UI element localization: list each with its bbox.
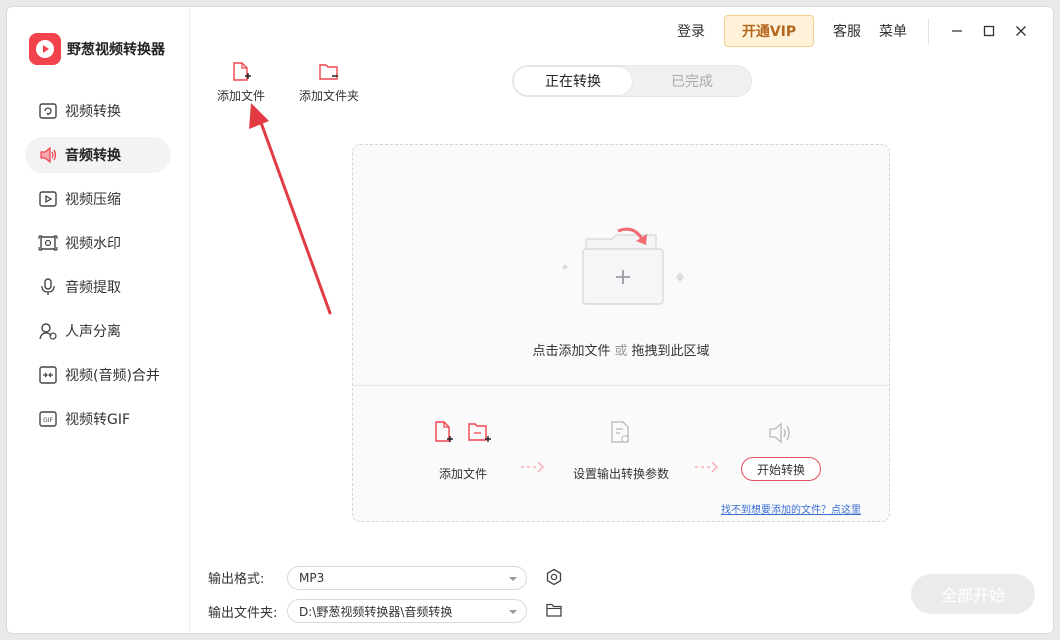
app-window: 野葱视频转换器 视频转换 音频转换 视频压缩 视频水印 音频提取: [6, 6, 1054, 634]
add-file-button[interactable]: 添加文件: [217, 61, 265, 104]
drop-hint-or: 或: [614, 344, 627, 359]
settings-file-icon: [609, 420, 633, 446]
sidebar-item-video-convert[interactable]: 视频转换: [25, 93, 171, 129]
play-logo-icon: [29, 33, 61, 65]
app-logo: 野葱视频转换器: [29, 33, 165, 65]
chevron-down-icon: [508, 607, 518, 617]
gear-icon: [545, 568, 563, 586]
sidebar-item-voice-split[interactable]: 人声分离: [25, 313, 171, 349]
sidebar: 野葱视频转换器 视频转换 音频转换 视频压缩 视频水印 音频提取: [7, 7, 190, 633]
app-title: 野葱视频转换器: [67, 39, 165, 59]
login-link[interactable]: 登录: [677, 21, 705, 41]
chevron-down-icon: [508, 574, 518, 584]
sidebar-item-audio-extract[interactable]: 音频提取: [25, 269, 171, 305]
format-settings-button[interactable]: [545, 568, 563, 590]
maximize-icon: [983, 25, 995, 37]
file-drop-zone[interactable]: 点击添加文件或拖拽到此区域 添加文件 设置输出转换参数: [352, 144, 890, 522]
step-add-icons: [433, 420, 495, 446]
voice-split-icon: [38, 321, 58, 341]
video-compress-icon: [38, 189, 58, 209]
help-link[interactable]: 找不到想要添加的文件？点这里: [721, 501, 861, 516]
drop-hint-click: 点击添加文件: [532, 344, 610, 359]
add-folder-icon: [318, 61, 340, 83]
step-set-params: 设置输出转换参数: [561, 465, 681, 482]
add-file-icon: [230, 61, 252, 83]
sidebar-item-video-watermark[interactable]: 视频水印: [25, 225, 171, 261]
minimize-icon: [951, 25, 963, 37]
sidebar-item-label: 视频转GIF: [65, 409, 130, 429]
tab-converting[interactable]: 正在转换: [513, 66, 633, 96]
gif-icon: GIF: [38, 409, 58, 429]
service-link[interactable]: 客服: [833, 21, 861, 41]
minimize-button[interactable]: [941, 15, 973, 47]
output-format-select[interactable]: MP3: [287, 566, 527, 590]
maximize-button[interactable]: [973, 15, 1005, 47]
open-folder-button[interactable]: [545, 601, 563, 623]
topbar-divider: [928, 18, 929, 44]
tab-completed[interactable]: 已完成: [633, 66, 751, 96]
svg-text:GIF: GIF: [43, 417, 53, 424]
microphone-icon: [38, 277, 58, 297]
annotation-arrow-icon: [237, 99, 347, 319]
sidebar-item-label: 视频转换: [65, 101, 121, 121]
drop-hint-drag: 拖拽到此区域: [632, 344, 710, 359]
speaker-icon: [38, 145, 58, 165]
output-folder-select[interactable]: D:\野葱视频转换器\音频转换: [287, 599, 527, 623]
video-convert-icon: [38, 101, 58, 121]
speaker-icon: [767, 421, 795, 445]
start-convert-button[interactable]: 开始转换: [741, 457, 821, 481]
sidebar-item-gif[interactable]: GIF 视频转GIF: [25, 401, 171, 437]
close-icon: [1015, 25, 1027, 37]
menu-link[interactable]: 菜单: [879, 21, 907, 41]
sidebar-item-label: 视频水印: [65, 233, 121, 253]
sidebar-nav: 视频转换 音频转换 视频压缩 视频水印 音频提取 人声分离: [25, 93, 171, 445]
vip-button[interactable]: 开通VIP: [724, 15, 814, 47]
sidebar-item-merge[interactable]: 视频(音频)合并: [25, 357, 171, 393]
folder-add-icon: [556, 217, 690, 312]
output-format-label: 输出格式:: [208, 568, 264, 587]
folder-icon: [545, 601, 563, 619]
watermark-icon: [38, 233, 58, 253]
close-button[interactable]: [1005, 15, 1037, 47]
sidebar-item-label: 视频压缩: [65, 189, 121, 209]
output-folder-value: D:\野葱视频转换器\音频转换: [299, 603, 452, 620]
output-format-value: MP3: [299, 571, 324, 585]
status-tabs: 正在转换 已完成: [512, 65, 752, 97]
step-arrow-icon: [520, 460, 546, 474]
sidebar-item-label: 音频转换: [65, 145, 121, 165]
step-add-file: 添加文件: [423, 465, 503, 482]
start-all-button[interactable]: 全部开始: [911, 574, 1035, 614]
sidebar-item-label: 人声分离: [65, 321, 121, 341]
drop-divider: [353, 385, 889, 386]
sidebar-item-label: 视频(音频)合并: [65, 365, 160, 385]
add-folder-button[interactable]: 添加文件夹: [299, 61, 359, 104]
top-bar: 登录 开通VIP 客服 菜单: [668, 15, 1037, 47]
merge-icon: [38, 365, 58, 385]
drop-hint: 点击添加文件或拖拽到此区域: [353, 340, 889, 359]
sidebar-item-video-compress[interactable]: 视频压缩: [25, 181, 171, 217]
step-arrow-icon: [694, 460, 720, 474]
sidebar-item-label: 音频提取: [65, 277, 121, 297]
sidebar-item-audio-convert[interactable]: 音频转换: [25, 137, 171, 173]
output-folder-label: 输出文件夹:: [208, 602, 277, 621]
